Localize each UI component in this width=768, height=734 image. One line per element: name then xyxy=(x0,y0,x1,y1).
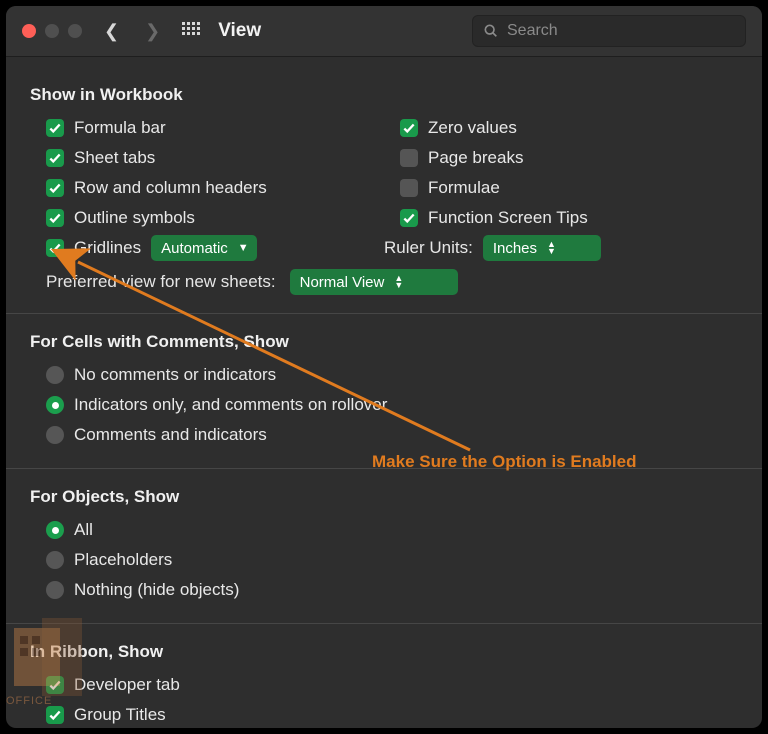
preferred-view-value: Normal View xyxy=(300,274,385,291)
back-button[interactable]: ❮ xyxy=(104,21,119,42)
indicators-only-radio[interactable] xyxy=(46,396,64,414)
gridlines-dropdown-value: Automatic xyxy=(161,240,228,257)
objects-placeholders-radio[interactable] xyxy=(46,551,64,569)
zero-values-checkbox[interactable] xyxy=(400,119,418,137)
function-tips-checkbox[interactable] xyxy=(400,209,418,227)
outline-symbols-label: Outline symbols xyxy=(74,208,195,228)
group-titles-checkbox[interactable] xyxy=(46,706,64,724)
objects-nothing-label: Nothing (hide objects) xyxy=(74,580,239,600)
function-tips-label: Function Screen Tips xyxy=(428,208,588,228)
nav-arrows: ❮ ❯ xyxy=(104,21,160,42)
preferred-view-dropdown[interactable]: Normal View ▲▼ xyxy=(290,269,458,295)
minimize-window-button[interactable] xyxy=(45,24,59,38)
objects-all-radio[interactable] xyxy=(46,521,64,539)
ruler-units-value: Inches xyxy=(493,240,537,257)
zoom-window-button[interactable] xyxy=(68,24,82,38)
divider xyxy=(6,623,762,624)
annotation-text: Make Sure the Option is Enabled xyxy=(372,452,637,472)
section-objects-title: For Objects, Show xyxy=(30,487,738,507)
developer-tab-checkbox[interactable] xyxy=(46,676,64,694)
page-breaks-checkbox[interactable] xyxy=(400,149,418,167)
row-col-headers-label: Row and column headers xyxy=(74,178,267,198)
page-breaks-label: Page breaks xyxy=(428,148,523,168)
ruler-units-label: Ruler Units: xyxy=(384,238,473,258)
row-col-headers-checkbox[interactable] xyxy=(46,179,64,197)
search-field[interactable]: Search xyxy=(472,15,746,47)
close-window-button[interactable] xyxy=(22,24,36,38)
content-area: Show in Workbook Formula bar Sheet tabs … xyxy=(6,57,762,730)
gridlines-checkbox[interactable] xyxy=(46,239,64,257)
stepper-icon: ▲▼ xyxy=(547,241,556,255)
section-show-in-workbook-title: Show in Workbook xyxy=(30,85,738,105)
comments-and-indicators-label: Comments and indicators xyxy=(74,425,267,445)
sheet-tabs-label: Sheet tabs xyxy=(74,148,155,168)
gridlines-label: Gridlines xyxy=(74,238,141,258)
section-ribbon-title: In Ribbon, Show xyxy=(30,642,738,662)
objects-all-label: All xyxy=(74,520,93,540)
formula-bar-label: Formula bar xyxy=(74,118,166,138)
search-icon xyxy=(483,23,499,39)
formulae-checkbox[interactable] xyxy=(400,179,418,197)
search-placeholder: Search xyxy=(507,22,558,40)
gridlines-color-dropdown[interactable]: Automatic ▼ xyxy=(151,235,257,261)
ruler-units-dropdown[interactable]: Inches ▲▼ xyxy=(483,235,601,261)
toolbar: ❮ ❯ View Search xyxy=(6,6,762,57)
outline-symbols-checkbox[interactable] xyxy=(46,209,64,227)
no-comments-radio[interactable] xyxy=(46,366,64,384)
divider xyxy=(6,313,762,314)
forward-button[interactable]: ❯ xyxy=(145,21,160,42)
sheet-tabs-checkbox[interactable] xyxy=(46,149,64,167)
formulae-label: Formulae xyxy=(428,178,500,198)
window-controls xyxy=(22,24,82,38)
objects-placeholders-label: Placeholders xyxy=(74,550,172,570)
section-comments-title: For Cells with Comments, Show xyxy=(30,332,738,352)
window-title: View xyxy=(218,20,261,42)
objects-nothing-radio[interactable] xyxy=(46,581,64,599)
developer-tab-label: Developer tab xyxy=(74,675,180,695)
zero-values-label: Zero values xyxy=(428,118,517,138)
stepper-icon: ▲▼ xyxy=(394,275,403,289)
comments-and-indicators-radio[interactable] xyxy=(46,426,64,444)
no-comments-label: No comments or indicators xyxy=(74,365,276,385)
group-titles-label: Group Titles xyxy=(74,705,166,725)
show-all-button[interactable] xyxy=(182,22,200,40)
formula-bar-checkbox[interactable] xyxy=(46,119,64,137)
preferred-view-label: Preferred view for new sheets: xyxy=(46,272,276,292)
chevron-down-icon: ▼ xyxy=(238,243,249,254)
preferences-window: ❮ ❯ View Search Show in Workbook Formula… xyxy=(6,6,762,728)
indicators-only-label: Indicators only, and comments on rollove… xyxy=(74,395,387,415)
